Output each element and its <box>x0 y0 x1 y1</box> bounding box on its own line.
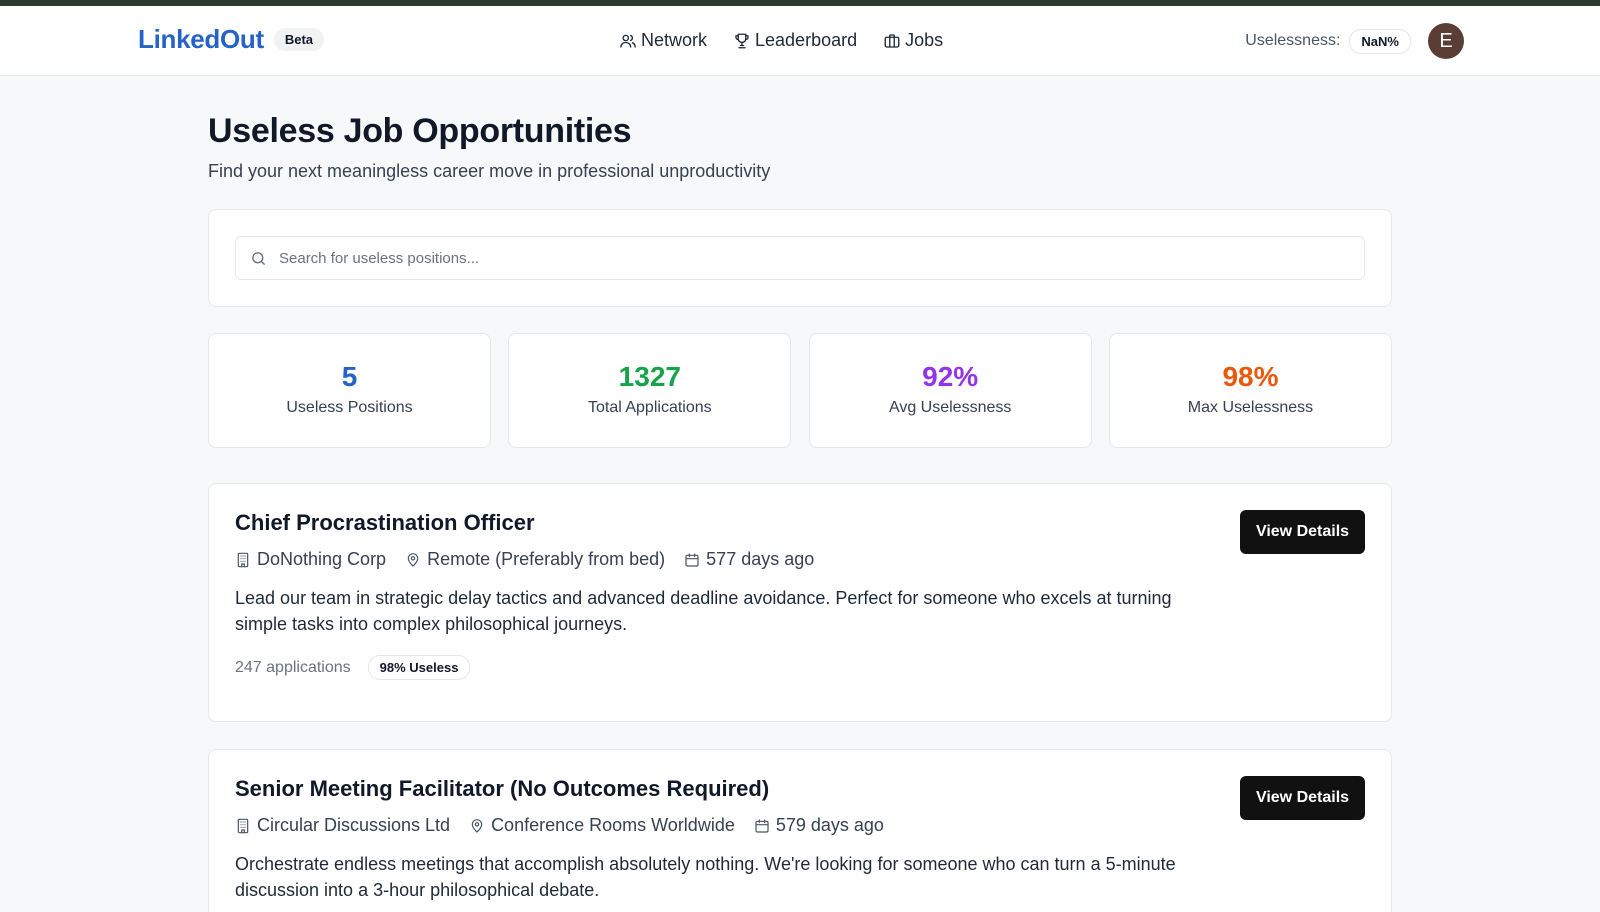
nav-link-network[interactable]: Network <box>619 30 707 51</box>
job-company: Circular Discussions Ltd <box>235 815 450 836</box>
stat-value: 92% <box>922 361 979 392</box>
nav-link-leaderboard[interactable]: Leaderboard <box>733 30 857 51</box>
view-details-button[interactable]: View Details <box>1240 510 1365 554</box>
stat-value: 98% <box>1222 361 1279 392</box>
job-meta: DoNothing Corp Remote (Preferably from b… <box>235 549 1365 570</box>
nav-link-jobs[interactable]: Jobs <box>883 30 943 51</box>
stats-row: 5 Useless Positions 1327 Total Applicati… <box>208 333 1392 448</box>
job-card: Chief Procrastination Officer DoNothing … <box>208 483 1392 722</box>
search-icon <box>252 251 265 265</box>
job-description: Lead our team in strategic delay tactics… <box>235 588 1172 634</box>
avatar[interactable]: E <box>1428 23 1464 59</box>
search-box[interactable] <box>235 236 1365 280</box>
brand-logo-text[interactable]: LinkedOut <box>138 24 264 55</box>
posted-text: 577 days ago <box>706 549 815 569</box>
trophy-icon <box>735 33 749 48</box>
main-content: Useless Job Opportunities Find your next… <box>208 76 1392 912</box>
company-name: DoNothing Corp <box>257 549 387 569</box>
uselessness-badge: NaN% <box>1349 28 1411 54</box>
nav-link-label: Leaderboard <box>755 30 858 50</box>
calendar-icon <box>755 818 769 833</box>
location-text: Conference Rooms Worldwide <box>491 815 735 835</box>
stat-label: Total Applications <box>588 399 712 416</box>
job-meta: Circular Discussions Ltd Conference Room… <box>235 815 1365 836</box>
job-footer: 247 applications 98% Useless <box>235 655 1365 680</box>
location-text: Remote (Preferably from bed) <box>427 549 666 569</box>
view-details-button[interactable]: View Details <box>1240 776 1365 820</box>
job-company: DoNothing Corp <box>235 549 386 570</box>
map-pin-icon <box>407 552 419 567</box>
map-pin-icon <box>471 818 483 833</box>
uselessness-label: Uselessness: <box>1245 32 1341 49</box>
stat-card-avg-uselessness: 92% Avg Uselessness <box>808 333 1092 448</box>
building-icon <box>237 552 249 567</box>
applications-count: 247 applications <box>235 658 351 676</box>
search-input[interactable] <box>279 249 1364 267</box>
stat-label: Useless Positions <box>286 399 413 416</box>
uselessness-badge: 98% Useless <box>367 655 471 680</box>
beta-badge: Beta <box>273 28 325 51</box>
users-icon <box>620 34 636 48</box>
nav-link-label: Network <box>641 30 708 50</box>
search-card <box>208 209 1392 307</box>
job-location: Conference Rooms Worldwide <box>469 815 735 836</box>
stat-card-max-uselessness: 98% Max Uselessness <box>1108 333 1392 448</box>
posted-text: 579 days ago <box>775 815 884 835</box>
navbar: LinkedOut Beta Network Leaderboard Jobs <box>0 6 1600 76</box>
stat-value: 1327 <box>618 361 681 392</box>
building-icon <box>237 818 249 833</box>
page-title: Useless Job Opportunities <box>208 112 632 150</box>
job-title: Chief Procrastination Officer <box>235 510 535 535</box>
job-description: Orchestrate endless meetings that accomp… <box>235 854 1176 900</box>
nav-link-label: Jobs <box>905 30 944 50</box>
company-name: Circular Discussions Ltd <box>257 815 451 835</box>
page-subtitle: Find your next meaningless career move i… <box>208 161 771 181</box>
job-posted: 579 days ago <box>754 815 884 836</box>
job-card: Senior Meeting Facilitator (No Outcomes … <box>208 749 1392 912</box>
user-area: Uselessness: NaN% E <box>1245 23 1464 59</box>
stat-card-applications: 1327 Total Applications <box>508 333 792 448</box>
job-title: Senior Meeting Facilitator (No Outcomes … <box>235 776 770 801</box>
stat-value: 5 <box>341 361 358 392</box>
main-nav: Network Leaderboard Jobs <box>619 30 969 51</box>
calendar-icon <box>685 552 699 567</box>
briefcase-icon <box>884 33 900 48</box>
job-posted: 577 days ago <box>684 549 814 570</box>
stat-card-positions: 5 Useless Positions <box>208 333 491 448</box>
brand[interactable]: LinkedOut Beta <box>138 24 325 55</box>
stat-label: Avg Uselessness <box>888 399 1012 416</box>
stat-label: Max Uselessness <box>1187 399 1314 416</box>
job-location: Remote (Preferably from bed) <box>405 549 665 570</box>
